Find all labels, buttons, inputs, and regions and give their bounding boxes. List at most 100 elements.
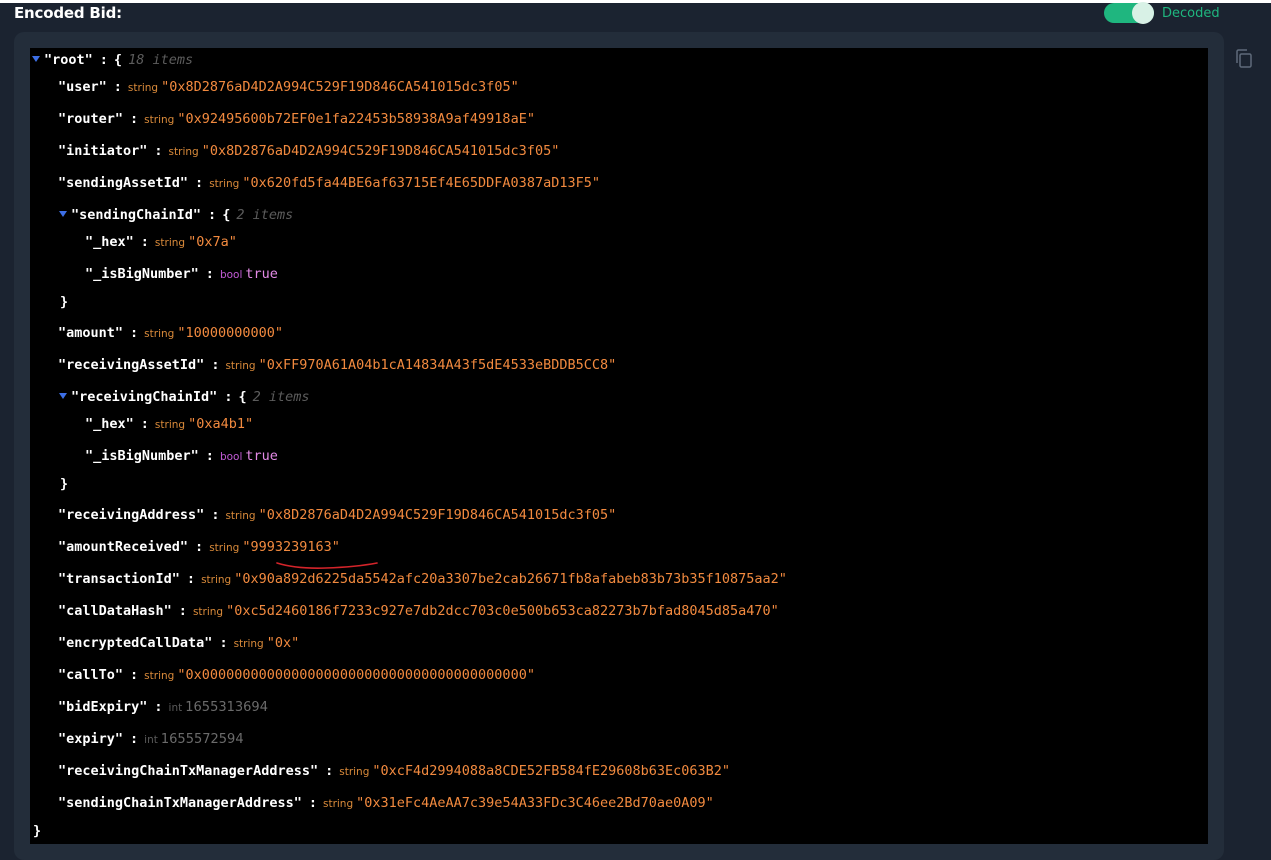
json-type-label: string: [233, 638, 264, 650]
json-key: "user": [58, 79, 107, 95]
json-colon: :: [308, 795, 317, 811]
red-underline-annotation: [276, 562, 378, 569]
copy-icon[interactable]: [1234, 48, 1254, 70]
json-value[interactable]: "0xc5d2460186f7233c927e7db2dcc703c0e500b…: [226, 603, 779, 619]
page-title: Encoded Bid:: [14, 4, 122, 22]
json-node-sending-chain-id: "sendingChainId": {2 items: [59, 205, 293, 225]
json-value[interactable]: "0x8D2876aD4D2A994C529F19D846CA541015dc3…: [202, 143, 560, 159]
json-row-sending-chain-hex: "_hex": string "0x7a": [85, 232, 237, 252]
json-value[interactable]: 1655572594: [161, 732, 244, 747]
json-type-label: string: [339, 766, 370, 778]
json-row-receiving-chain-hex: "_hex": string "0xa4b1": [85, 414, 253, 434]
json-key: "router": [58, 111, 124, 127]
json-value[interactable]: "0xa4b1": [188, 416, 253, 432]
json-key: "callTo": [58, 667, 124, 683]
json-colon: :: [325, 763, 334, 779]
json-row-receiving-chain-tx-manager-address: "receivingChainTxManagerAddress": string "…: [58, 761, 730, 781]
json-colon: :: [130, 731, 139, 747]
json-node-root: "root": {18 items: [32, 50, 193, 70]
json-row-call-to: "callTo": string "0x0000000000000000000000…: [58, 665, 535, 685]
json-row-receiving-asset-id: "receivingAssetId": string "0xFF970A61A04b…: [58, 355, 616, 375]
decoded-toggle[interactable]: [1104, 2, 1154, 24]
json-type-label: string: [127, 82, 159, 94]
json-type-label: int: [144, 734, 158, 746]
json-close-receiving-chain-id: }: [60, 474, 68, 494]
json-row-bid-expiry: "bidExpiry": int 1655313694: [58, 697, 268, 717]
json-key: "sendingChainTxManagerAddress": [58, 795, 302, 811]
json-row-initiator: "initiator": string "0x8D2876aD4D2A994C529…: [58, 141, 559, 161]
json-item-count: 18 items: [128, 52, 194, 68]
json-value[interactable]: "0x31eFc4AeAA7c39e54A33FDc3C46ee2Bd70ae0…: [356, 795, 714, 811]
json-brace: }: [60, 476, 69, 492]
json-value[interactable]: true: [245, 266, 278, 282]
json-item-count: 2 items: [236, 207, 294, 223]
json-value[interactable]: "0x0000000000000000000000000000000000000…: [177, 667, 535, 683]
json-brace: }: [33, 823, 42, 839]
json-type-label: int: [168, 702, 183, 714]
json-key: "sendingAssetId": [58, 175, 189, 191]
json-row-sending-chain-tx-manager-address: "sendingChainTxManagerAddress": string "0x…: [58, 793, 714, 813]
json-value[interactable]: "0x8D2876aD4D2A994C529F19D846CA541015dc3…: [161, 79, 519, 95]
json-colon: :: [195, 539, 204, 555]
json-colon: :: [130, 325, 139, 341]
json-type-label: string: [154, 237, 186, 249]
json-key: "root": [44, 52, 93, 68]
json-value[interactable]: "10000000000": [177, 325, 283, 341]
json-brace: {: [113, 52, 123, 68]
json-value[interactable]: "0xFF970A61A04b1cA14834A43f5dE4533eBDDB5…: [259, 357, 617, 373]
json-key: "sendingChainId": [71, 207, 202, 223]
json-type-label: string: [168, 146, 199, 158]
toggle-label: Decoded: [1162, 5, 1220, 21]
json-key: "_isBigNumber": [85, 266, 199, 282]
json-key: "receivingAddress": [58, 507, 205, 523]
json-value[interactable]: "0xcF4d2994088a8CDE52FB584fE29608b63Ec06…: [372, 763, 730, 779]
json-value[interactable]: "9993239163": [242, 539, 340, 555]
json-key: "_hex": [85, 416, 134, 432]
json-colon: :: [186, 571, 196, 587]
json-value[interactable]: "0x92495600b72EF0e1fa22453b58938A9af4991…: [177, 111, 535, 127]
json-type-label: string: [209, 178, 240, 190]
json-colon: :: [130, 667, 139, 683]
json-colon: :: [224, 389, 233, 405]
json-colon: :: [205, 448, 214, 464]
json-type-label: string: [225, 360, 256, 372]
decoded-toggle-group: Decoded: [1104, 2, 1220, 24]
json-row-expiry: "expiry": int 1655572594: [58, 729, 244, 749]
json-colon: :: [140, 234, 149, 250]
json-type-label: string: [322, 798, 354, 810]
json-value[interactable]: "0x620fd5fa44BE6af63715Ef4E65DDFA0387aD1…: [242, 175, 600, 191]
collapse-caret-icon[interactable]: [32, 56, 40, 62]
json-value[interactable]: "0x90a892d6225da5542afc20a3307be2cab2667…: [234, 571, 787, 587]
json-key: "amount": [58, 325, 124, 341]
collapse-caret-icon[interactable]: [59, 393, 67, 399]
json-colon: :: [178, 603, 187, 619]
json-value[interactable]: "0x7a": [188, 234, 237, 250]
json-key: "bidExpiry": [58, 699, 148, 715]
json-viewer: "root":{18 items "user": string "0x8D2876a…: [30, 48, 1208, 844]
json-close-sending-chain-id: }: [60, 292, 68, 312]
json-value[interactable]: true: [245, 448, 278, 464]
json-key: "expiry": [58, 731, 124, 747]
json-node-receiving-chain-id: "receivingChainId": {2 items: [59, 387, 310, 407]
json-brace: {: [238, 389, 247, 405]
json-brace: {: [222, 207, 231, 223]
collapse-caret-icon[interactable]: [59, 211, 67, 217]
json-row-router: "router": string "0x92495600b72EF0e1fa2245…: [58, 109, 535, 129]
json-type-label: string: [144, 328, 175, 340]
toggle-knob: [1132, 2, 1154, 24]
json-row-receiving-chain-is-big-number: "_isBigNumber": bool true: [85, 446, 278, 466]
json-value[interactable]: 1655313694: [185, 700, 268, 715]
json-row-encrypted-call-data: "encryptedCallData": string "0x": [58, 633, 299, 653]
json-value[interactable]: "0x": [267, 635, 300, 651]
json-key: "_hex": [85, 234, 134, 250]
json-colon: :: [195, 175, 204, 191]
json-type-label: string: [144, 114, 175, 126]
json-row-transaction-id: "transactionId": string "0x90a892d6225da55…: [58, 569, 787, 589]
json-colon: :: [113, 79, 122, 95]
json-type-label: string: [154, 419, 186, 431]
json-row-user: "user": string "0x8D2876aD4D2A994C529F19D8…: [58, 77, 519, 97]
json-value[interactable]: "0x8D2876aD4D2A994C529F19D846CA541015dc3…: [259, 507, 617, 523]
json-row-receiving-address: "receivingAddress": string "0x8D2876aD4D2A…: [58, 505, 616, 525]
json-colon: :: [99, 52, 108, 68]
json-key: "amountReceived": [58, 539, 189, 555]
